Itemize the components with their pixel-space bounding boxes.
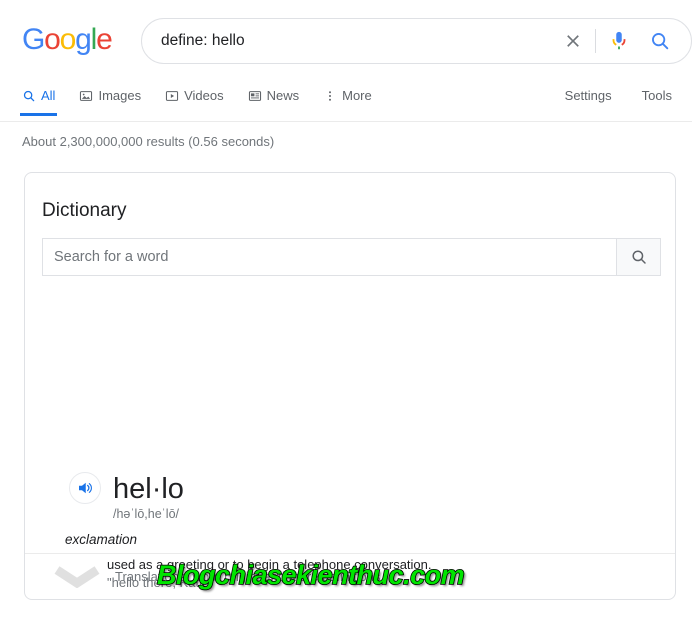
tab-videos[interactable]: Videos: [165, 78, 224, 115]
google-logo[interactable]: Google: [22, 23, 113, 56]
logo-letter-e: e: [96, 23, 113, 56]
watermark: Blogchiasekienthuc.com: [156, 559, 465, 591]
clear-search-button[interactable]: [556, 24, 590, 58]
search-bar[interactable]: define: hello: [141, 18, 692, 64]
speaker-icon: [79, 482, 92, 494]
tab-more[interactable]: More: [323, 78, 372, 115]
dictionary-phonetic: /həˈlō,heˈlō/: [113, 507, 180, 521]
settings-link[interactable]: Settings: [565, 88, 612, 104]
search-divider: [595, 29, 596, 53]
video-icon: [165, 89, 179, 103]
nav-tabs: All Images Videos News More: [19, 78, 396, 116]
dictionary-card: Dictionary Search for a word hel·lo /həˈ…: [24, 172, 676, 600]
tab-all[interactable]: All: [19, 78, 58, 116]
part-of-speech: exclamation: [65, 532, 138, 547]
tab-videos-label: Videos: [184, 88, 224, 103]
news-icon: [248, 89, 262, 103]
logo-letter-g2: g: [75, 23, 92, 56]
google-search-results-page: Google define: hello All Images Videos N…: [0, 0, 692, 619]
logo-letter-o1: o: [44, 23, 61, 56]
microphone-icon: [612, 31, 626, 50]
voice-search-button[interactable]: [605, 27, 633, 55]
search-icon: [22, 89, 36, 103]
page-header: Google define: hello: [0, 0, 692, 78]
search-nav-bar: All Images Videos News More Settings Too…: [0, 78, 692, 122]
dictionary-word: hel·lo: [113, 473, 184, 505]
tab-more-label: More: [342, 88, 372, 103]
search-icon: [631, 250, 646, 264]
logo-letter-o2: o: [59, 23, 77, 56]
search-submit-button[interactable]: [645, 26, 675, 56]
chevron-down-icon[interactable]: [43, 565, 111, 588]
pronunciation-button[interactable]: [69, 472, 101, 504]
close-icon: [567, 35, 579, 47]
image-icon: [79, 89, 93, 103]
tab-all-label: All: [41, 88, 56, 103]
dictionary-title: Dictionary: [42, 200, 127, 221]
dictionary-search-button[interactable]: [616, 239, 660, 275]
tab-images[interactable]: Images: [79, 78, 141, 115]
more-vert-icon: [323, 89, 337, 103]
logo-letter-g1: G: [22, 23, 45, 56]
result-stats: About 2,300,000,000 results (0.56 second…: [22, 134, 275, 149]
nav-right-links: Settings Tools: [535, 78, 672, 104]
dictionary-word-search[interactable]: Search for a word: [42, 238, 661, 276]
tab-news[interactable]: News: [248, 78, 300, 115]
tab-images-label: Images: [98, 88, 142, 103]
tools-link[interactable]: Tools: [642, 88, 672, 104]
search-input[interactable]: define: hello: [142, 31, 556, 51]
dictionary-search-input[interactable]: Search for a word: [43, 248, 616, 267]
tab-news-label: News: [266, 88, 300, 103]
search-icon: [652, 33, 669, 50]
